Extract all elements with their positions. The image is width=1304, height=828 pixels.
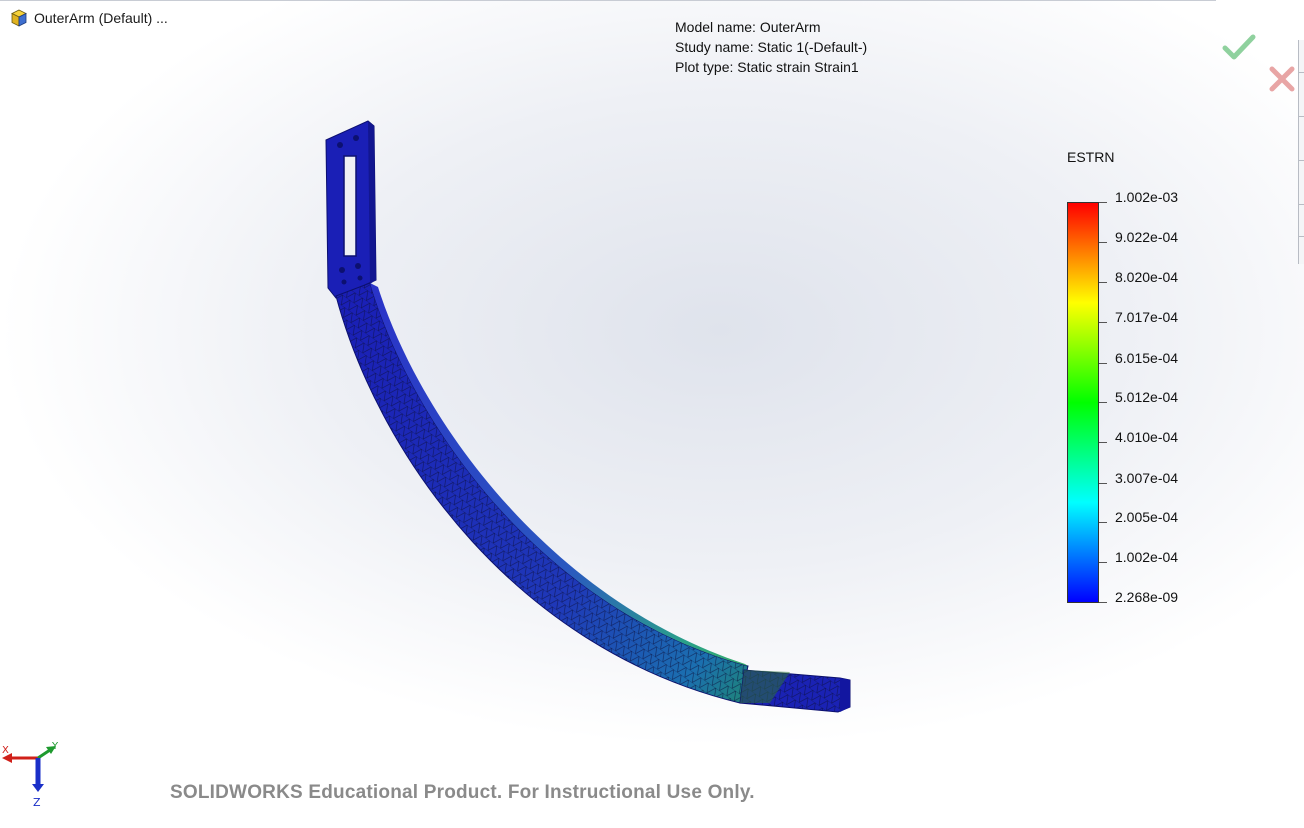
legend-tick xyxy=(1099,442,1107,443)
legend-tick xyxy=(1099,282,1107,283)
triad-y-label: Y xyxy=(51,741,59,752)
legend-color-bar xyxy=(1067,202,1099,603)
legend-tick xyxy=(1099,602,1107,603)
bracket-slot xyxy=(343,155,357,257)
legend-label-4: 6.015e-04 xyxy=(1115,350,1179,366)
legend-tick xyxy=(1099,322,1107,323)
legend-label-2: 8.020e-04 xyxy=(1115,269,1179,285)
legend-label-9: 1.002e-04 xyxy=(1115,549,1179,565)
legend-tick xyxy=(1099,483,1107,484)
triad-x-label: X xyxy=(2,745,9,756)
triad-z-label: Z xyxy=(33,796,41,809)
legend-tick xyxy=(1099,242,1107,243)
legend-label-10: 2.268e-09 xyxy=(1115,589,1179,605)
legend-label-1: 9.022e-04 xyxy=(1115,229,1179,245)
legend-tick xyxy=(1099,562,1107,563)
legend-title: ESTRN xyxy=(1067,149,1115,165)
legend-tick xyxy=(1099,522,1107,523)
legend-label-8: 2.005e-04 xyxy=(1115,509,1179,525)
legend-tick xyxy=(1099,363,1107,364)
legend-label-0: 1.002e-03 xyxy=(1115,189,1179,205)
legend-label-6: 4.010e-04 xyxy=(1115,429,1179,445)
strain-plot-model[interactable] xyxy=(0,0,1304,828)
legend-label-7: 3.007e-04 xyxy=(1115,470,1179,486)
legend-tick xyxy=(1099,402,1107,403)
educational-watermark: SOLIDWORKS Educational Product. For Inst… xyxy=(170,782,755,803)
legend-label-5: 5.012e-04 xyxy=(1115,389,1179,405)
reference-triad[interactable]: X Y Z xyxy=(0,740,62,810)
legend-tick xyxy=(1099,202,1107,203)
legend-label-3: 7.017e-04 xyxy=(1115,309,1179,325)
